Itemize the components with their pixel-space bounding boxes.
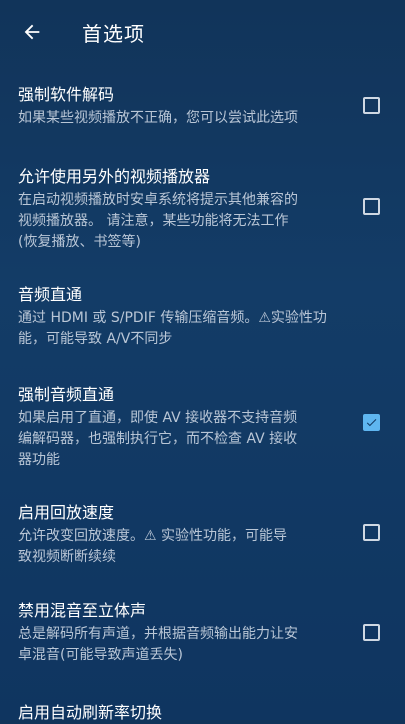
setting-title: 禁用混音至立体声 [18,601,147,620]
setting-summary: 总是解码所有声道，并根据音频输出能力让安 卓混音(可能导致声道丢失) [18,626,298,663]
back-button[interactable] [16,16,48,48]
setting-summary: 如果某些视频播放不正确，您可以尝试此选项 [18,110,298,126]
arrow-left-icon [24,24,40,40]
setting-force-software-decoding[interactable]: 强制软件解码 如果某些视频播放不正确，您可以尝试此选项 [0,84,405,129]
force-software-decoding-checkbox[interactable] [363,97,380,114]
setting-force-audio-passthrough[interactable]: 强制音频直通 如果启用了直通，即使 AV 接收器不支持音频 编解码器，也强制执行… [0,384,405,471]
toolbar: 首选项 [0,0,405,64]
setting-disable-stereo-downmix[interactable]: 禁用混音至立体声 总是解码所有声道，并根据音频输出能力让安 卓混音(可能导致声道… [0,600,405,666]
setting-summary: 通过 HDMI 或 S/PDIF 传输压缩音频。⚠实验性功 能，可能导致 A/V… [18,310,327,347]
setting-audio-passthrough[interactable]: 音频直通 通过 HDMI 或 S/PDIF 传输压缩音频。⚠实验性功 能，可能导… [0,284,405,350]
setting-summary: 如果启用了直通，即使 AV 接收器不支持音频 编解码器，也强制执行它，而不检查 … [18,410,298,468]
setting-allow-external-player[interactable]: 允许使用另外的视频播放器 在启动视频播放时安卓系统将提示其他兼容的 视频播放器。… [0,166,405,253]
enable-playback-speed-checkbox[interactable] [363,524,380,541]
setting-summary: 在启动视频播放时安卓系统将提示其他兼容的 视频播放器。 请注意，某些功能将无法工… [18,192,298,250]
setting-title: 启用回放速度 [18,503,115,522]
setting-summary: 允许改变回放速度。⚠ 实验性功能，可能导 致视频断断续续 [18,528,287,565]
setting-title: 强制软件解码 [18,85,115,104]
allow-external-player-checkbox[interactable] [363,198,380,215]
setting-auto-refresh-rate[interactable]: 启用自动刷新率切换 [0,702,405,724]
setting-title: 允许使用另外的视频播放器 [18,167,211,186]
setting-title: 音频直通 [18,285,83,304]
disable-stereo-downmix-checkbox[interactable] [363,624,380,641]
checkmark-icon [366,419,377,427]
setting-title: 强制音频直通 [18,385,115,404]
force-audio-passthrough-checkbox[interactable] [363,414,380,431]
setting-enable-playback-speed[interactable]: 启用回放速度 允许改变回放速度。⚠ 实验性功能，可能导 致视频断断续续 [0,502,405,568]
page-title: 首选项 [82,21,145,46]
setting-title: 启用自动刷新率切换 [18,703,163,722]
